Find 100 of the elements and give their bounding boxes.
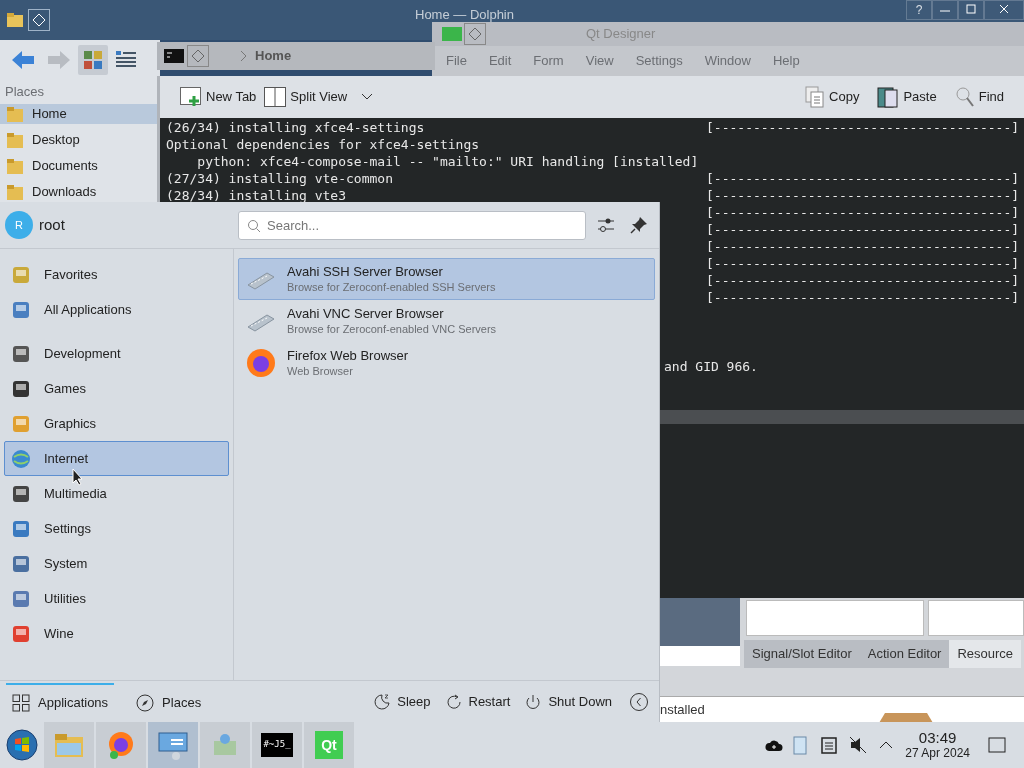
help-button[interactable]: ? [906,0,932,20]
category-item[interactable]: Graphics [4,406,229,441]
taskbar-app-button[interactable]: #~J5_ [252,722,302,768]
toolbar-button[interactable]: Paste [873,81,941,113]
user-name: root [39,214,65,235]
qt-icon: Qt [315,731,343,759]
category-item[interactable]: Favorites [4,257,229,292]
app-description: Browse for Zeroconf-enabled VNC Servers [287,322,497,336]
cloud-icon [765,738,784,752]
toolbar-button[interactable]: Find [950,81,1008,113]
toolbar-button[interactable]: New Tab [176,81,261,113]
firefox-icon [245,347,277,379]
power-button[interactable]: Restart [439,691,516,712]
moon-icon [373,692,392,711]
app-name: Avahi SSH Server Browser [287,264,444,280]
clipboard-icon [821,736,838,754]
taskbar-app-button[interactable] [44,722,94,768]
copy-icon [805,86,826,108]
tab[interactable]: Signal/Slot Editor [744,640,860,668]
terminal-line: python: xfce4-compose-mail -- "mailto:" URI handling [installed] [196,155,699,168]
search-icon [954,86,975,108]
paste-icon [877,86,900,108]
terminal-line: (28/34) installing vte3 [166,189,346,202]
progress-text: [--------------------------------------] [706,291,1020,304]
grid-icon [12,693,30,712]
category-item[interactable]: Utilities [4,581,229,616]
muted-speaker-icon [849,736,868,754]
terminal-icon [164,49,184,63]
category-item[interactable]: Multimedia [4,476,229,511]
chevron-down-icon [361,93,374,101]
category-item[interactable]: Internet [4,441,229,476]
window-title: Home [255,47,292,66]
folder-icon [6,105,24,123]
pin-icon[interactable] [630,216,648,234]
power-button[interactable]: Shut Down [519,691,617,712]
taskbar-app-button[interactable] [96,722,146,768]
places-item[interactable]: Desktop [0,130,160,150]
file-icon [793,735,808,755]
chevron-right-icon [239,50,249,62]
section-heading: Places [4,83,46,101]
back-icon[interactable] [629,691,649,712]
app-list-item[interactable]: Firefox Web Browser Web Browser [238,342,655,384]
folder-icon [6,12,24,28]
progress-text: [--------------------------------------] [706,121,1020,134]
minimize-icon[interactable] [932,0,958,20]
window-title: Qt Designer [586,25,656,44]
app-list-item[interactable]: Avahi VNC Server Browser Browse for Zeroconf-enabled VNC Servers [238,300,655,342]
places-item[interactable]: Documents [0,156,160,176]
places-item[interactable]: Home [0,104,160,124]
app-name: Firefox Web Browser [287,348,409,364]
category-item[interactable]: Wine [4,616,229,651]
progress-text: [--------------------------------------] [706,257,1020,270]
app-description: Web Browser [287,364,354,378]
tab[interactable]: Action Editor [859,640,950,668]
clock-date[interactable]: 27 Apr 2024 [905,746,970,760]
folder-icon [6,157,24,175]
caret-up-icon[interactable] [879,740,894,750]
close-icon[interactable] [984,0,1024,20]
power-button[interactable]: Sleep [368,691,436,712]
terminal-line: (27/34) installing vte-common [166,172,393,185]
mouse-cursor-icon [72,468,84,486]
tab[interactable]: Applications [6,682,115,721]
progress-text: [--------------------------------------] [706,189,1020,202]
app-name: Avahi VNC Server Browser [287,306,445,322]
maximize-icon[interactable] [958,0,984,20]
category-item[interactable]: System [4,546,229,581]
category-item[interactable]: Settings [4,511,229,546]
show-desktop-icon[interactable] [988,737,1006,753]
progress-text: [--------------------------------------] [706,223,1020,236]
window-title: Home — Dolphin [415,6,514,24]
category-item[interactable]: Games [4,371,229,406]
compass-icon [136,693,155,712]
status-text: nstalled [660,700,705,719]
category-item[interactable]: Development [4,336,229,371]
new-tab-icon [180,87,202,107]
category-item[interactable]: All Applications [4,292,229,327]
tab[interactable]: Places [130,682,208,721]
monitor-icon [157,730,189,760]
progress-text: [--------------------------------------] [706,274,1020,287]
icon-view-icon[interactable] [78,45,108,75]
progress-text: [--------------------------------------] [706,240,1020,253]
search-icon [247,218,261,233]
power-icon [524,692,543,711]
start-orb-icon[interactable] [5,728,39,762]
places-item[interactable]: Downloads [0,182,160,202]
split-view-icon [264,87,287,107]
progress-text: [--------------------------------------] [706,206,1020,219]
folder-icon [6,131,24,149]
avatar: R [5,211,33,239]
tab[interactable]: Resource [949,640,1022,668]
taskbar-app-button[interactable] [148,722,198,768]
terminal-line: (26/34) installing xfce4-settings [166,121,425,134]
toolbar-button[interactable]: Copy [801,81,864,113]
app-description: Browse for Zeroconf-enabled SSH Servers [287,280,496,294]
search-field[interactable]: Search... [238,210,586,240]
folder-icon [53,731,85,759]
toolbar-button[interactable]: Split View [260,81,378,113]
folder-icon [6,183,24,201]
app-list-item[interactable]: Avahi SSH Server Browser Browse for Zeroconf-enabled SSH Servers [238,258,655,300]
clock-time[interactable]: 03:49 [918,730,957,746]
